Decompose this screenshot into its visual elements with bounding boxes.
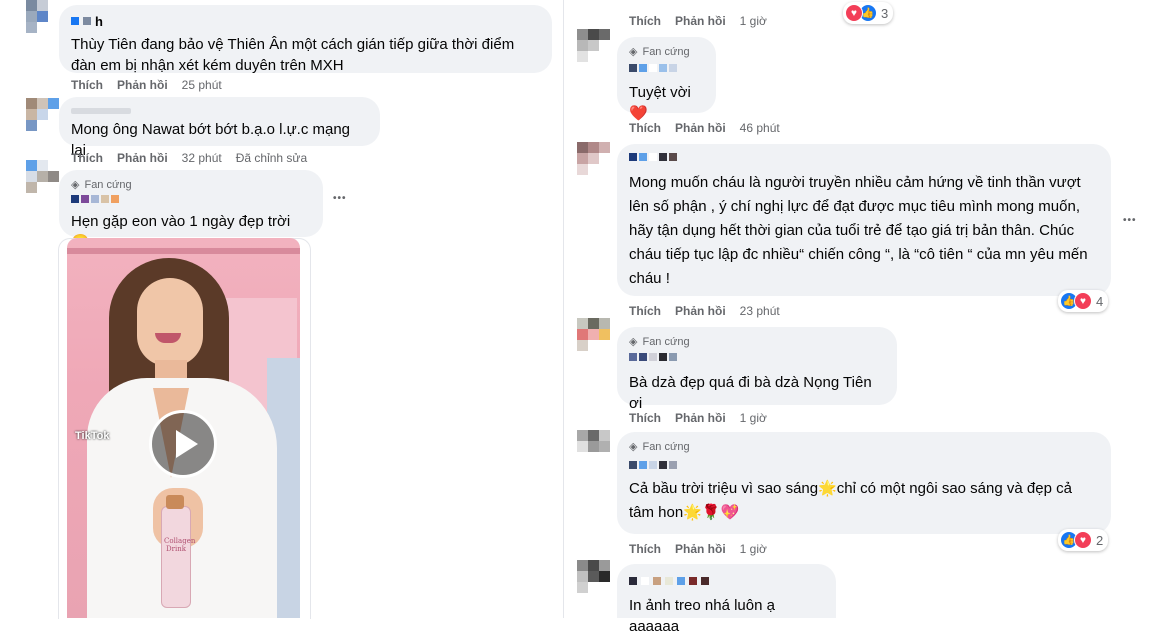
commenter-name[interactable] [629, 153, 1099, 165]
commenter-name[interactable]: h [95, 11, 103, 32]
diamond-icon: ◈ [71, 178, 80, 191]
bottle: Collagen Drink [161, 495, 196, 608]
comment-text: Mong muốn cháu là người truyền nhiều cảm… [629, 174, 1088, 287]
commenter-name[interactable] [629, 353, 885, 365]
badge-label: Fan cứng [642, 46, 690, 58]
column-divider [563, 0, 564, 618]
bottle-label: Collagen Drink [164, 537, 196, 553]
love-reaction-icon: ♥ [845, 4, 863, 22]
commenter-name[interactable] [629, 64, 704, 76]
play-icon [176, 430, 198, 458]
timestamp[interactable]: 23 phút [740, 304, 780, 318]
avatar[interactable] [26, 98, 60, 132]
comment-bubble: Mong ông Nawat bớt bớt b.ạ.o l.ự.c mạng … [59, 97, 380, 159]
edited-label: Đã chỉnh sửa [235, 151, 308, 165]
reply-button[interactable]: Phản hồi [675, 304, 726, 318]
comment-actions: Thích Phản hồi 1 giờ [629, 13, 767, 29]
like-button[interactable]: Thích [629, 542, 661, 556]
comment-text: In ảnh treo nhá luôn ạ aaaaaa [629, 597, 775, 635]
comment-bubble: h Thùy Tiên đang bảo vệ Thiên Ân một các… [59, 5, 552, 74]
like-button[interactable]: Thích [629, 14, 661, 28]
top-fan-badge: ◈ Fan cứng [71, 177, 311, 193]
avatar[interactable] [577, 560, 611, 594]
commenter-name[interactable] [71, 195, 311, 207]
love-reaction-icon: ♥ [1074, 531, 1092, 549]
timestamp[interactable]: 46 phút [740, 121, 780, 135]
comment-text: Thùy Tiên đang bảo vệ Thiên Ân một cách … [71, 36, 515, 74]
like-button[interactable]: Thích [629, 411, 661, 425]
play-button[interactable] [149, 410, 217, 478]
comment-actions: Thích Phản hồi 1 giờ [629, 541, 767, 557]
bottle-cap [166, 495, 184, 509]
comment-bubble: ◈ Fan cứng Bà dzà đẹp quá đi bà dzà Nọng… [617, 327, 897, 412]
commenter-name[interactable] [629, 577, 824, 589]
timestamp[interactable]: 1 giờ [740, 14, 767, 28]
comment-text: Bà dzà đẹp quá đi bà dzà Nọng Tiên ơi [629, 374, 872, 412]
avatar[interactable] [577, 142, 611, 176]
comment-bubble: In ảnh treo nhá luôn ạ aaaaaa [617, 564, 836, 635]
love-reaction-icon: ♥ [1074, 292, 1092, 310]
reply-button[interactable]: Phản hồi [117, 78, 168, 92]
reaction-summary[interactable]: ♥ 👍 3 [843, 2, 894, 24]
diamond-icon: ◈ [629, 45, 638, 58]
name-blur-block [71, 17, 79, 25]
badge-label: Fan cứng [84, 179, 132, 191]
reply-button[interactable]: Phản hồi [675, 411, 726, 425]
avatar[interactable] [577, 29, 611, 63]
reply-button[interactable]: Phản hồi [675, 121, 726, 135]
like-button[interactable]: Thích [629, 304, 661, 318]
commenter-name[interactable] [629, 461, 1099, 473]
top-fan-badge: ◈ Fan cứng [629, 334, 885, 350]
comment-actions: Thích Phản hồi 25 phút [71, 77, 222, 93]
tiktok-watermark: TikTok [75, 430, 110, 442]
comment-actions: Thích Phản hồi 23 phút [629, 303, 780, 319]
comment-actions: Thích Phản hồi 32 phút Đã chỉnh sửa [71, 150, 307, 166]
comment-bubble: Mong muốn cháu là người truyền nhiều cảm… [617, 144, 1111, 296]
like-button[interactable]: Thích [71, 151, 103, 165]
comment-text: Tuyệt vời❤️ [629, 84, 691, 122]
more-options-button[interactable]: ••• [333, 193, 347, 204]
name-blur-block [83, 17, 91, 25]
timestamp[interactable]: 1 giờ [740, 542, 767, 556]
timestamp[interactable]: 1 giờ [740, 411, 767, 425]
comment-actions: Thích Phản hồi 1 giờ [629, 410, 767, 426]
timestamp[interactable]: 25 phút [182, 78, 222, 92]
comment-bubble: ◈ Fan cứng Hẹn gặp eon vào 1 ngày đẹp tr… [59, 170, 323, 251]
reaction-summary[interactable]: 👍 ♥ 4 [1058, 290, 1109, 312]
badge-label: Fan cứng [642, 336, 690, 348]
comment-bubble: ◈ Fan cứng Tuyệt vời❤️ [617, 37, 716, 122]
reaction-summary[interactable]: 👍 ♥ 2 [1058, 529, 1109, 551]
diamond-icon: ◈ [629, 440, 638, 453]
avatar[interactable] [26, 160, 60, 194]
comment-actions: Thích Phản hồi 46 phút [629, 120, 780, 136]
diamond-icon: ◈ [629, 335, 638, 348]
reply-button[interactable]: Phản hồi [117, 151, 168, 165]
top-fan-badge: ◈ Fan cứng [629, 44, 704, 60]
avatar[interactable] [577, 318, 611, 352]
face [137, 278, 203, 366]
video-thumbnail[interactable]: Collagen Drink TikTok [67, 238, 300, 618]
top-fan-badge: ◈ Fan cứng [629, 439, 1099, 455]
comment-text: Cả bầu trời triệu vì sao sáng🌟chỉ có một… [629, 480, 1072, 521]
reply-button[interactable]: Phản hồi [675, 542, 726, 556]
reaction-count: 4 [1096, 293, 1104, 309]
avatar[interactable] [577, 430, 611, 464]
shelf [67, 248, 300, 254]
name-blur-block [71, 108, 131, 114]
reaction-count: 2 [1096, 532, 1104, 548]
like-button[interactable]: Thích [629, 121, 661, 135]
reply-button[interactable]: Phản hồi [675, 14, 726, 28]
avatar[interactable] [26, 0, 60, 34]
reaction-count: 3 [881, 5, 889, 21]
badge-label: Fan cứng [642, 441, 690, 453]
more-options-button[interactable]: ••• [1123, 215, 1137, 226]
like-button[interactable]: Thích [71, 78, 103, 92]
comment-bubble: ◈ Fan cứng Cả bầu trời triệu vì sao sáng… [617, 432, 1111, 534]
timestamp[interactable]: 32 phút [182, 151, 222, 165]
